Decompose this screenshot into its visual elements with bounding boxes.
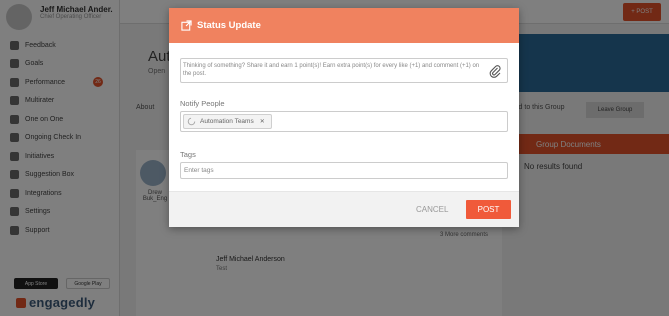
notify-people-field[interactable]: Automation Teams ✕ [180, 111, 508, 132]
status-update-modal: Status Update Thinking of something? Sha… [169, 8, 519, 227]
modal-footer: CANCEL POST [169, 191, 519, 227]
notify-chip-label: Automation Teams [200, 118, 254, 125]
post-button[interactable]: POST [466, 200, 511, 219]
modal-title: Status Update [197, 20, 261, 31]
status-placeholder: Thinking of something? Share it and earn… [183, 63, 480, 77]
loading-spinner-icon [187, 117, 196, 126]
close-icon[interactable]: ✕ [260, 118, 265, 125]
status-textarea[interactable]: Thinking of something? Share it and earn… [180, 58, 508, 83]
tags-label: Tags [180, 150, 196, 159]
modal-header: Status Update [169, 8, 519, 43]
external-link-icon [181, 20, 192, 31]
modal-body: Thinking of something? Share it and earn… [169, 43, 519, 179]
paperclip-icon[interactable] [489, 64, 501, 78]
cancel-button[interactable]: CANCEL [416, 205, 448, 214]
notify-chip[interactable]: Automation Teams ✕ [183, 114, 272, 129]
tags-input[interactable] [180, 162, 508, 179]
notify-people-label: Notify People [180, 99, 225, 108]
